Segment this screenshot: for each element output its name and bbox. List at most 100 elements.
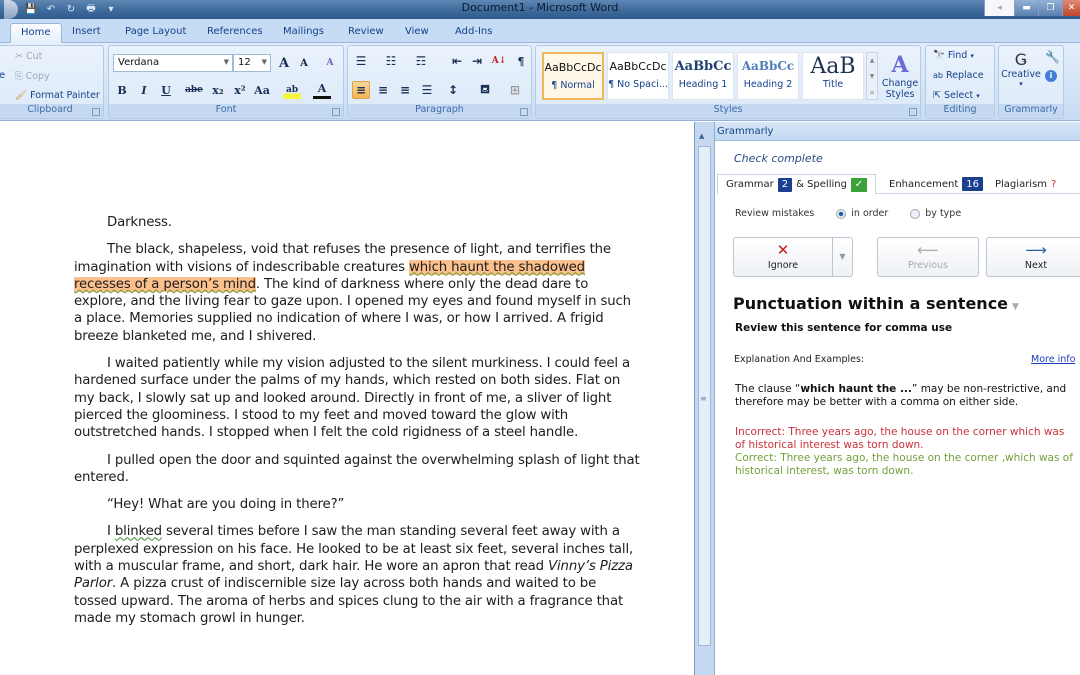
copy-icon: ⎘	[15, 71, 23, 82]
paste-button[interactable]: e	[0, 70, 5, 81]
format-painter-button[interactable]: 🖌 Format Painter	[15, 90, 100, 101]
clipboard-launcher[interactable]	[92, 108, 100, 116]
grammar-count-badge: 2	[777, 177, 793, 192]
bold-button[interactable]: B	[113, 81, 131, 99]
change-case-button[interactable]: Aa	[253, 81, 271, 99]
replace-label: Replace	[945, 70, 984, 81]
next-button[interactable]: ⟶ Next	[986, 237, 1080, 277]
creative-mode-button[interactable]: Ǥ Creative ▾	[1001, 50, 1041, 88]
document-paragraph[interactable]: I waited patiently while my vision adjus…	[74, 355, 640, 441]
tab-home[interactable]: Home	[10, 23, 62, 43]
settings-icon[interactable]: 🔧	[1045, 50, 1060, 64]
justify-button[interactable]: ☰	[418, 81, 436, 99]
font-size-value: 12	[238, 57, 251, 68]
align-center-button[interactable]: ≡	[374, 81, 392, 99]
document-body[interactable]: Darkness. The black, shapeless, void that…	[74, 214, 640, 637]
italic-button[interactable]: I	[135, 81, 153, 99]
font-color-button[interactable]: A	[313, 81, 331, 99]
info-icon[interactable]: i	[1045, 70, 1057, 82]
superscript-button[interactable]: x²	[231, 81, 249, 99]
change-styles-button[interactable]: A Change Styles	[880, 52, 920, 100]
issue-title[interactable]: Punctuation within a sentence ▼	[733, 294, 1019, 313]
tab-page-layout[interactable]: Page Layout	[125, 23, 186, 43]
line-spacing-button[interactable]: ↕	[444, 81, 462, 99]
font-name-combo[interactable]: Verdana ▼	[113, 54, 233, 72]
multilevel-list-button[interactable]: ☶	[412, 52, 430, 70]
radio-by-type[interactable]: by type	[910, 208, 961, 219]
tab-add-ins[interactable]: Add-Ins	[455, 23, 492, 43]
font-launcher[interactable]	[332, 108, 340, 116]
tab-grammar-spelling[interactable]: Grammar 2 & Spelling ✓	[717, 174, 876, 195]
binoculars-icon: 🔭	[933, 50, 945, 61]
tab-references[interactable]: References	[207, 23, 263, 43]
restore-button[interactable]: ❐	[1038, 0, 1062, 16]
vertical-scrollbar[interactable]: ▲ ≡	[694, 122, 714, 675]
document-paragraph[interactable]: I pulled open the door and squinted agai…	[74, 452, 640, 487]
subscript-button[interactable]: x₂	[209, 81, 227, 99]
paragraph-group: ☰ ☷ ☶ ⇤ ⇥ A↓ ¶ ≡ ≡ ≡ ☰ ↕ ⛾ ⊞ Paragraph	[347, 45, 532, 119]
tab-review[interactable]: Review	[348, 23, 384, 43]
style-title[interactable]: AaB Title	[802, 52, 864, 100]
document-paragraph[interactable]: I blinked several times before I saw the…	[74, 523, 640, 627]
style-heading-2[interactable]: AaBbCc Heading 2	[737, 52, 799, 100]
font-size-combo[interactable]: 12 ▼	[233, 54, 271, 72]
styles-launcher[interactable]	[909, 108, 917, 116]
ignore-dropdown-icon[interactable]: ▼	[832, 238, 852, 276]
ribbon-tabs: Home Insert Page Layout References Maili…	[0, 19, 1080, 43]
close-button[interactable]: ✕	[1062, 0, 1080, 16]
paragraph-launcher[interactable]	[520, 108, 528, 116]
incorrect-example: Incorrect: Three years ago, the house on…	[735, 426, 1065, 451]
document-paragraph[interactable]: The black, shapeless, void that refuses …	[74, 241, 640, 345]
sort-button[interactable]: A↓	[490, 52, 508, 70]
clear-formatting-button[interactable]: A	[321, 54, 339, 72]
style-normal[interactable]: AaBbCcDc ¶ Normal	[542, 52, 604, 100]
explanation-pre: The clause “	[735, 383, 801, 395]
more-info-link[interactable]: More info	[1031, 354, 1075, 365]
document-paragraph[interactable]: “Hey! What are you doing in there?”	[74, 496, 640, 513]
scroll-up-icon[interactable]: ▲	[699, 132, 704, 140]
shrink-font-button[interactable]: A	[295, 54, 313, 72]
radio-label: by type	[925, 208, 962, 219]
grammarly-pane: Grammarly Check complete Grammar 2 & Spe…	[714, 122, 1080, 675]
tab-plagiarism[interactable]: Plagiarism ?	[987, 174, 1064, 194]
replace-button[interactable]: ab Replace	[933, 70, 984, 81]
style-no-spacing[interactable]: AaBbCcDc ¶ No Spaci...	[607, 52, 669, 100]
radio-selected-icon	[836, 208, 847, 219]
cut-button[interactable]: ✂ Cut	[15, 51, 42, 62]
tab-enhancement[interactable]: Enhancement 16	[881, 174, 991, 194]
grow-font-button[interactable]: A	[275, 54, 293, 72]
style-name: Heading 2	[743, 79, 793, 90]
borders-button[interactable]: ⊞	[506, 81, 524, 99]
shading-button[interactable]: ⛾	[476, 81, 494, 99]
document-paragraph[interactable]: Darkness.	[74, 214, 640, 231]
radio-in-order[interactable]: in order	[836, 208, 888, 219]
copy-button[interactable]: ⎘ Copy	[15, 71, 50, 82]
select-button[interactable]: ⇱ Select ▾	[933, 90, 980, 101]
style-heading-1[interactable]: AaBbCc Heading 1	[672, 52, 734, 100]
align-right-button[interactable]: ≡	[396, 81, 414, 99]
tab-view[interactable]: View	[405, 23, 429, 43]
style-name: ¶ Normal	[551, 80, 595, 91]
help-button[interactable]: ◂	[984, 0, 1014, 16]
spelling-issue[interactable]: blinked	[115, 524, 162, 539]
show-marks-button[interactable]: ¶	[512, 52, 530, 70]
find-button[interactable]: 🔭 Find ▾	[933, 50, 974, 61]
previous-button[interactable]: ⟵ Previous	[877, 237, 979, 277]
ignore-button[interactable]: ✕ Ignore ▼	[733, 237, 853, 277]
grip-icon: ≡	[700, 394, 707, 403]
strikethrough-button[interactable]: abe	[185, 81, 203, 99]
decrease-indent-button[interactable]: ⇤	[448, 52, 466, 70]
enhancement-count-badge: 16	[962, 177, 983, 191]
bullets-button[interactable]: ☰	[352, 52, 370, 70]
align-left-button[interactable]: ≡	[352, 81, 370, 99]
highlight-button[interactable]: ab	[283, 81, 301, 99]
tab-mailings[interactable]: Mailings	[283, 23, 324, 43]
document-page[interactable]: Darkness. The black, shapeless, void that…	[0, 122, 694, 675]
minimize-button[interactable]: ▬	[1014, 0, 1038, 16]
numbering-button[interactable]: ☷	[382, 52, 400, 70]
increase-indent-button[interactable]: ⇥	[468, 52, 486, 70]
underline-button[interactable]: U	[157, 81, 175, 99]
chevron-down-icon[interactable]: ▼	[1012, 302, 1019, 312]
tab-insert[interactable]: Insert	[72, 23, 101, 43]
styles-scroll[interactable]: ▲ ▼ ≡	[866, 52, 878, 100]
